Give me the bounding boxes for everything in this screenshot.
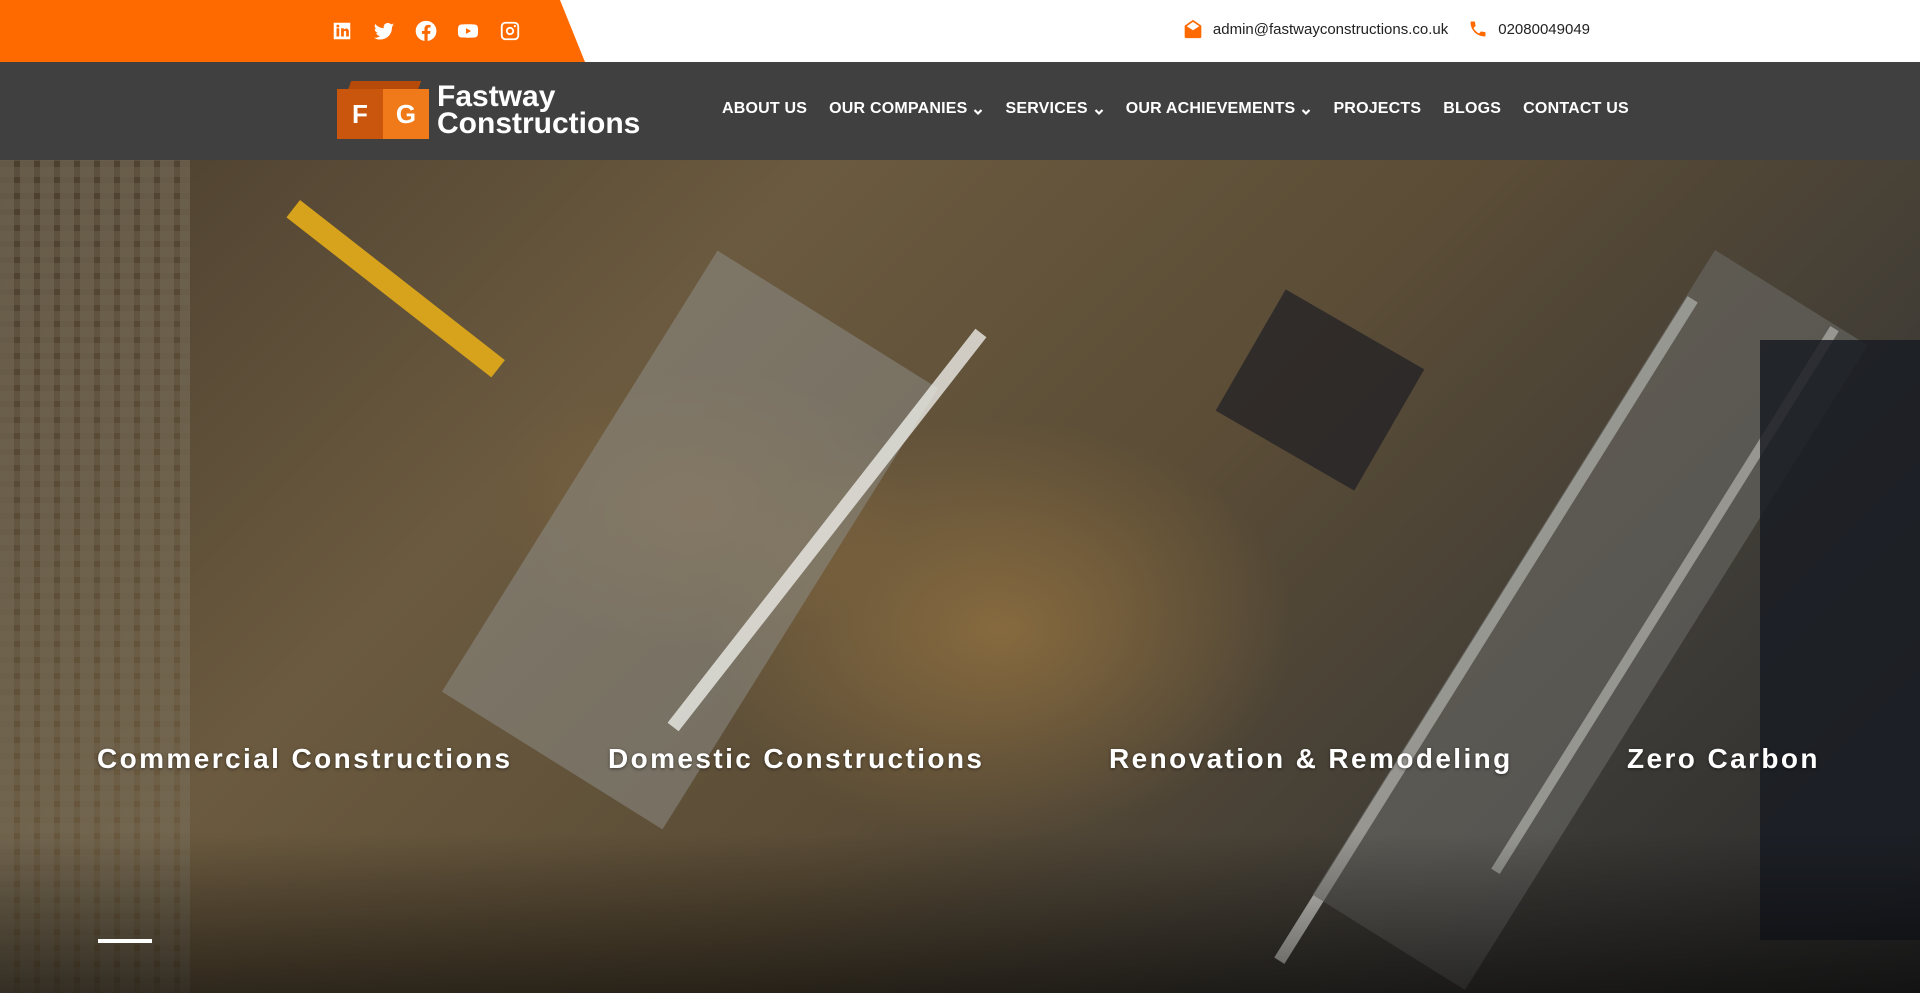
- phone-text: 02080049049: [1498, 20, 1590, 38]
- nav-label: SERVICES: [1005, 100, 1088, 117]
- slide-tab-commercial[interactable]: Commercial Constructions: [97, 743, 512, 775]
- nav-label: PROJECTS: [1333, 100, 1422, 117]
- site-logo[interactable]: F G Fastway Constructions: [337, 81, 640, 139]
- nav-label: OUR COMPANIES: [829, 100, 968, 117]
- hero-slide-tabs: Commercial Constructions Domestic Constr…: [0, 743, 1920, 803]
- nav-contact-us[interactable]: CONTACT US: [1523, 100, 1629, 118]
- email-text: admin@fastwayconstructions.co.uk: [1212, 20, 1449, 38]
- twitter-icon[interactable]: [372, 19, 395, 42]
- slide-tab-zero-carbon[interactable]: Zero Carbon: [1627, 743, 1820, 775]
- logo-mark: F G: [337, 81, 431, 139]
- logo-line-1: Fastway: [437, 80, 556, 113]
- chevron-down-icon: [973, 104, 983, 116]
- email-link[interactable]: admin@fastwayconstructions.co.uk: [1183, 19, 1448, 39]
- youtube-icon[interactable]: [456, 19, 479, 42]
- chevron-down-icon: [1094, 104, 1104, 116]
- social-links: [330, 19, 521, 42]
- crane-boom: [286, 200, 505, 378]
- instagram-icon[interactable]: [498, 19, 521, 42]
- nav-label: ABOUT US: [722, 100, 808, 117]
- nav-about-us[interactable]: ABOUT US: [722, 100, 807, 118]
- slide-tab-renovation[interactable]: Renovation & Remodeling: [1109, 743, 1513, 775]
- nav-projects[interactable]: PROJECTS: [1333, 100, 1421, 118]
- slide-tab-domestic[interactable]: Domestic Constructions: [608, 743, 984, 775]
- nav-label: BLOGS: [1443, 100, 1502, 117]
- main-header: F G Fastway Constructions ABOUT US OUR C…: [0, 62, 1920, 160]
- active-slide-indicator: [98, 939, 152, 943]
- nav-label: CONTACT US: [1523, 100, 1629, 117]
- logo-letter-g: G: [383, 89, 429, 139]
- logo-line-2: Constructions: [437, 107, 641, 140]
- phone-icon: [1470, 21, 1486, 37]
- nav-our-achievements[interactable]: OUR ACHIEVEMENTS: [1126, 100, 1312, 118]
- nav-label: OUR ACHIEVEMENTS: [1125, 100, 1296, 117]
- logo-letter-f: F: [337, 89, 383, 139]
- contact-info: admin@fastwayconstructions.co.uk 0208004…: [1183, 19, 1590, 39]
- hero-background-image: [0, 160, 1920, 993]
- nav-blogs[interactable]: BLOGS: [1443, 100, 1501, 118]
- nav-services[interactable]: SERVICES: [1005, 100, 1103, 118]
- linkedin-icon[interactable]: [330, 19, 353, 42]
- logo-text: Fastway Constructions: [437, 80, 641, 140]
- hero-bottom-shade: [0, 833, 1920, 993]
- facebook-icon[interactable]: [414, 19, 437, 42]
- steel-stack: [1215, 289, 1425, 491]
- envelope-open-icon: [1184, 19, 1202, 39]
- main-nav: ABOUT US OUR COMPANIES SERVICES OUR ACHI…: [722, 100, 1629, 118]
- chevron-down-icon: [1301, 104, 1311, 116]
- top-bar: admin@fastwayconstructions.co.uk 0208004…: [0, 0, 1920, 62]
- phone-link[interactable]: 02080049049: [1468, 19, 1590, 39]
- nav-our-companies[interactable]: OUR COMPANIES: [829, 100, 983, 118]
